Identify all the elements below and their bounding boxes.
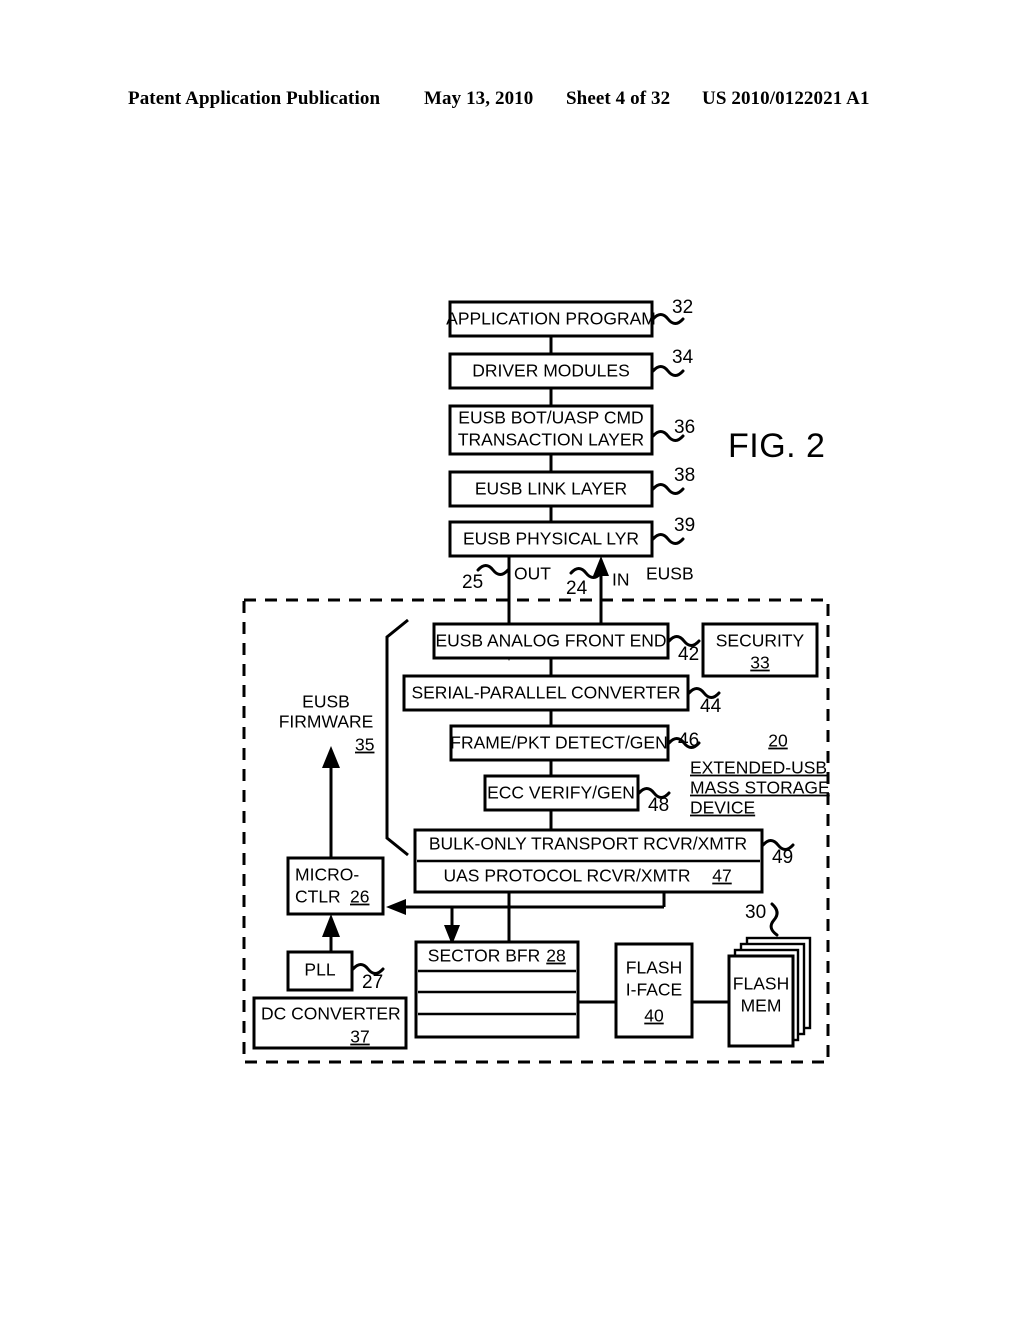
block-micro-ctlr-label-line1: MICRO- — [295, 865, 359, 885]
ref-28: 28 — [546, 946, 565, 966]
block-dc-converter-label: DC CONVERTER — [261, 1004, 401, 1024]
device-title-line1: EXTENDED-USB — [690, 758, 827, 778]
block-flash-iface-label-line2: I-FACE — [626, 980, 682, 1000]
ref-33: 33 — [750, 653, 769, 673]
datapath-brace — [385, 618, 409, 857]
ref-40: 40 — [644, 1006, 664, 1026]
block-flash-mem-label-line1: FLASH — [733, 974, 789, 994]
block-application-program-label: APPLICATION PROGRAM — [446, 309, 656, 329]
device-title-line2: MASS STORAGE — [690, 778, 830, 798]
patent-figure-page: Patent Application Publication May 13, 2… — [0, 0, 1024, 1320]
block-security-label: SECURITY — [716, 631, 805, 651]
ref-30: 30 — [745, 902, 766, 923]
ref-39: 39 — [674, 515, 695, 536]
firmware-label-line2: FIRMWARE — [279, 712, 374, 732]
ref-47: 47 — [712, 866, 731, 886]
block-frame-pkt-detect-gen-label: FRAME/PKT DETECT/GEN — [450, 733, 667, 753]
ref-48: 48 — [648, 795, 669, 816]
block-transaction-layer-label-line1: EUSB BOT/UASP CMD — [458, 408, 643, 428]
block-flash-mem-label-line2: MEM — [741, 996, 782, 1016]
leader-squiggle-30 — [769, 902, 779, 937]
block-bulk-only-transport-label: BULK-ONLY TRANSPORT RCVR/XMTR — [429, 834, 747, 854]
figure-label: FIG. 2 — [728, 427, 825, 465]
block-eusb-link-layer-label: EUSB LINK LAYER — [475, 479, 627, 499]
block-pll-label: PLL — [304, 960, 335, 980]
block-flash-iface-label-line1: FLASH — [626, 958, 682, 978]
ref-49: 49 — [772, 847, 793, 868]
bus-label-in: IN — [612, 570, 630, 590]
block-driver-modules-label: DRIVER MODULES — [472, 361, 630, 381]
device-title-line3: DEVICE — [690, 798, 755, 818]
bus-label-out: OUT — [514, 564, 551, 584]
ref-42: 42 — [678, 644, 699, 665]
ref-24: 24 — [566, 578, 588, 599]
arrowhead-microctlr-input — [386, 899, 406, 915]
block-sector-bfr-label: SECTOR BFR — [428, 946, 540, 966]
arrowhead-firmware — [322, 746, 340, 768]
block-transaction-layer-label-line2: TRANSACTION LAYER — [458, 430, 644, 450]
arrowhead-microctlr-power — [322, 914, 340, 937]
block-uas-protocol-label: UAS PROTOCOL RCVR/XMTR — [444, 866, 691, 886]
ref-34: 34 — [672, 347, 694, 368]
block-ecc-verify-gen-label: ECC VERIFY/GEN — [487, 783, 635, 803]
ref-46: 46 — [678, 730, 699, 751]
block-micro-ctlr-label-line2: CTLR — [295, 887, 341, 907]
ref-36: 36 — [674, 417, 695, 438]
block-eusb-physical-lyr-label: EUSB PHYSICAL LYR — [463, 529, 639, 549]
block-eusb-analog-front-end-label: EUSB ANALOG FRONT END — [435, 631, 666, 651]
device-ref-20: 20 — [768, 731, 788, 751]
ref-25: 25 — [462, 572, 483, 593]
block-serial-parallel-converter-label: SERIAL-PARALLEL CONVERTER — [411, 683, 680, 703]
ref-38: 38 — [674, 465, 695, 486]
bus-label-name: EUSB — [646, 564, 694, 584]
ref-44: 44 — [700, 696, 722, 717]
figure-2-diagram: FIG. 2 APPLICATION PROGRAM 32 DRIVER MOD… — [242, 297, 830, 1064]
ref-27: 27 — [362, 972, 383, 993]
ref-32: 32 — [672, 297, 693, 318]
firmware-label-line1: EUSB — [302, 692, 350, 712]
ref-37: 37 — [350, 1027, 369, 1047]
ref-35: 35 — [355, 735, 374, 755]
ref-26: 26 — [350, 887, 369, 907]
